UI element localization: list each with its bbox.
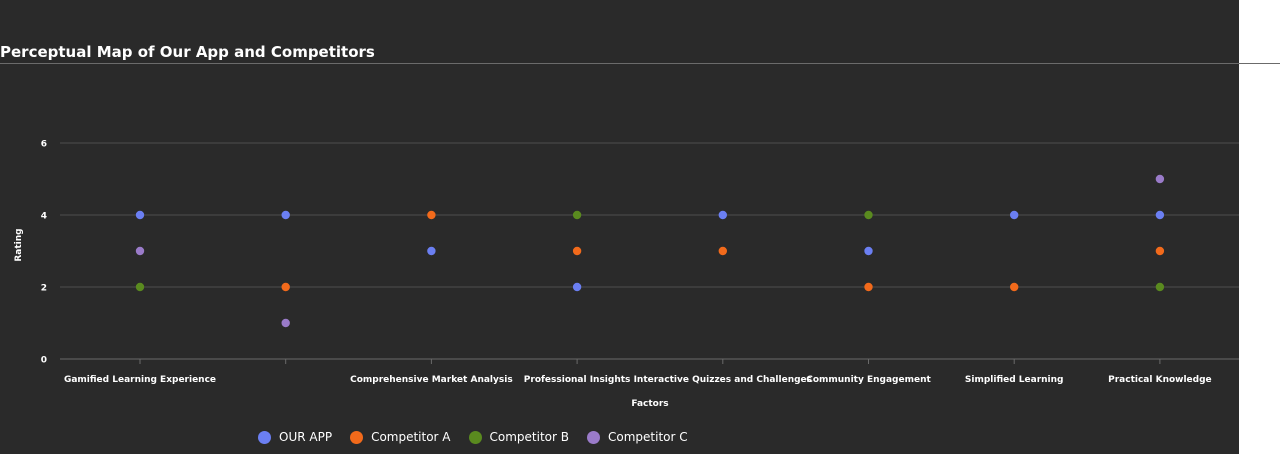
y-tick-label: 6	[41, 140, 47, 150]
scatter-chart: 0 2 4 6 Gamified Learning Experience Comprehe…	[14, 140, 1239, 409]
legend-swatch	[350, 430, 364, 444]
data-point-competitor-a	[718, 246, 727, 256]
data-point-our-app	[281, 210, 290, 220]
x-axis-title: Factors	[631, 399, 668, 409]
legend-label: OUR APP	[279, 430, 333, 444]
x-tick-label: Community Engagement	[806, 375, 931, 385]
data-point-our-app	[427, 246, 436, 256]
data-point-competitor-b	[572, 210, 582, 220]
data-point-our-app	[1155, 210, 1165, 220]
legend-label: Competitor A	[371, 430, 451, 444]
legend-item[interactable]: Competitor A	[350, 430, 451, 444]
data-point-our-app	[718, 210, 727, 220]
data-point-competitor-a	[281, 282, 290, 292]
x-tick-label: Professional Insights	[524, 375, 631, 385]
legend-swatch	[468, 430, 482, 444]
data-point-our-app	[572, 282, 582, 292]
data-point-competitor-a	[864, 282, 873, 292]
data-point-competitor-c	[1155, 174, 1165, 184]
data-point-our-app	[135, 210, 145, 220]
x-tick-label: Interactive Quizzes and Challenges	[634, 375, 812, 385]
x-tick-label: Comprehensive Market Analysis	[350, 375, 513, 385]
y-tick-label: 2	[41, 284, 47, 294]
legend-swatch	[258, 430, 271, 444]
data-point-our-app	[864, 246, 873, 256]
data-point-competitor-a	[1155, 246, 1165, 256]
x-tick-label: Simplified Learning	[965, 375, 1064, 385]
legend-item[interactable]: Competitor C	[587, 430, 688, 444]
legend-swatch	[587, 430, 600, 444]
chart-legend: OUR APP Competitor A Competitor B Competito…	[258, 430, 688, 444]
x-tick-label: Gamified Learning Experience	[64, 375, 216, 385]
data-point-competitor-c	[281, 318, 290, 328]
legend-item[interactable]: Competitor B	[468, 430, 569, 444]
y-axis-title: Rating	[14, 228, 24, 261]
data-point-competitor-b	[1155, 282, 1165, 292]
data-point-competitor-b	[135, 282, 145, 292]
data-point-competitor-c	[135, 246, 145, 256]
legend-label: Competitor B	[489, 430, 569, 444]
y-tick-label: 0	[41, 356, 47, 366]
data-point-competitor-b	[864, 210, 873, 220]
data-point-competitor-a	[427, 210, 436, 220]
legend-item[interactable]: OUR APP	[258, 430, 332, 444]
x-tick-label: Practical Knowledge	[1108, 375, 1212, 385]
y-tick-label: 4	[41, 212, 47, 222]
data-point-our-app	[1010, 210, 1019, 220]
legend-label: Competitor C	[608, 430, 688, 444]
data-point-competitor-a	[1010, 282, 1019, 292]
data-point-competitor-a	[572, 246, 582, 256]
